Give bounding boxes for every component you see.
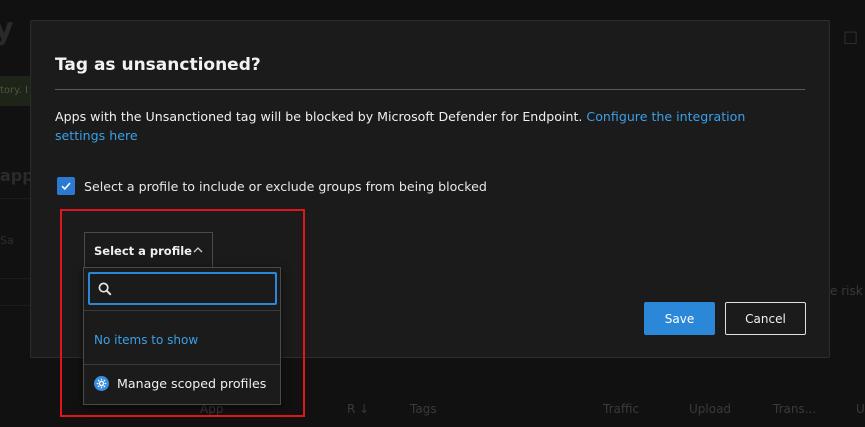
bg-col-trans: Trans...: [773, 402, 817, 416]
highlight-box: [60, 209, 305, 417]
dialog-description: Apps with the Unsanctioned tag will be b…: [55, 107, 795, 145]
checkmark-icon: [61, 182, 71, 191]
bg-sa-text: Sa: [0, 234, 14, 247]
bg-col-u: U: [856, 402, 865, 416]
bg-col-upload: Upload: [689, 402, 732, 416]
profile-checkbox-label: Select a profile to include or exclude g…: [84, 178, 487, 194]
bg-col-risk: R ↓: [347, 402, 370, 416]
cancel-button[interactable]: Cancel: [725, 302, 806, 335]
description-text: Apps with the Unsanctioned tag will be b…: [55, 109, 583, 124]
profile-checkbox[interactable]: [57, 177, 75, 195]
bg-col-traffic: Traffic: [603, 402, 640, 416]
bg-page-title: y: [0, 12, 14, 47]
bg-col-tags: Tags: [410, 402, 437, 416]
bg-banner-text: tory. I: [0, 85, 28, 96]
bg-window-icon: □: [843, 27, 859, 46]
profile-checkbox-row[interactable]: Select a profile to include or exclude g…: [57, 177, 487, 195]
dialog-divider: [55, 89, 805, 90]
dialog-title: Tag as unsanctioned?: [55, 55, 261, 75]
save-button[interactable]: Save: [644, 302, 715, 335]
bg-risk-text: e risk: [830, 284, 863, 298]
